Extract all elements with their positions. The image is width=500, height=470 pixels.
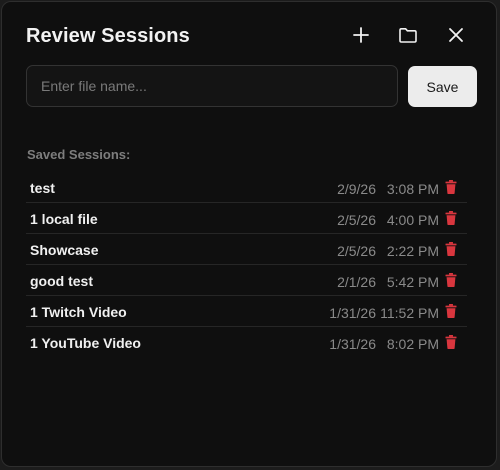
session-row[interactable]: 1 YouTube Video 1/31/26 8:02 PM: [26, 327, 467, 358]
trash-icon[interactable]: [445, 180, 457, 194]
session-row[interactable]: 1 Twitch Video 1/31/26 11:52 PM: [26, 296, 467, 327]
trash-icon[interactable]: [445, 335, 457, 349]
session-time: 11:52 PM: [380, 305, 439, 321]
trash-icon[interactable]: [445, 242, 457, 256]
session-time: 5:42 PM: [386, 274, 439, 290]
session-date: 2/5/26: [337, 243, 376, 259]
session-date: 1/31/26: [329, 305, 376, 321]
session-name: Showcase: [30, 242, 99, 258]
review-sessions-dialog: Review Sessions Save Saved Sessions: tes…: [1, 1, 497, 467]
new-session-button[interactable]: [348, 22, 374, 48]
session-row[interactable]: test 2/9/26 3:08 PM: [26, 172, 467, 203]
session-name: 1 local file: [30, 211, 98, 227]
session-time: 8:02 PM: [386, 336, 439, 352]
session-row[interactable]: Showcase 2/5/26 2:22 PM: [26, 234, 467, 265]
save-button[interactable]: Save: [408, 66, 477, 107]
session-date: 2/5/26: [337, 212, 376, 228]
saved-sessions-list: test 2/9/26 3:08 PM 1 local file 2/5/26 …: [26, 172, 467, 358]
dialog-title: Review Sessions: [26, 25, 190, 47]
trash-icon[interactable]: [445, 304, 457, 318]
session-date: 1/31/26: [329, 336, 376, 352]
file-name-input[interactable]: [26, 65, 398, 107]
plus-icon: [353, 27, 369, 43]
folder-icon: [399, 27, 417, 43]
session-name: 1 YouTube Video: [30, 335, 141, 351]
session-row[interactable]: 1 local file 2/5/26 4:00 PM: [26, 203, 467, 234]
session-time: 2:22 PM: [386, 243, 439, 259]
close-icon: [449, 28, 463, 42]
close-button[interactable]: [443, 22, 469, 48]
session-date: 2/1/26: [337, 274, 376, 290]
session-name: test: [30, 180, 55, 196]
trash-icon[interactable]: [445, 273, 457, 287]
session-time: 3:08 PM: [386, 181, 439, 197]
session-date: 2/9/26: [337, 181, 376, 197]
session-name: 1 Twitch Video: [30, 304, 127, 320]
open-folder-button[interactable]: [395, 22, 421, 48]
session-time: 4:00 PM: [386, 212, 439, 228]
session-row[interactable]: good test 2/1/26 5:42 PM: [26, 265, 467, 296]
saved-sessions-label: Saved Sessions:: [27, 147, 131, 162]
session-name: good test: [30, 273, 93, 289]
trash-icon[interactable]: [445, 211, 457, 225]
